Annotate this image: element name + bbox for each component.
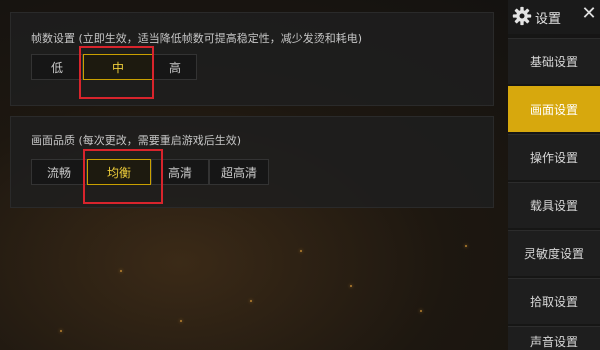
- ember-particle: [60, 330, 62, 332]
- sidebar-item-sound[interactable]: 声音设置: [508, 326, 600, 350]
- fps-settings-title: 帧数设置 (立即生效，适当降低帧数可提高稳定性，减少发烫和耗电): [31, 32, 363, 45]
- ember-particle: [420, 310, 422, 312]
- fps-settings-panel: 帧数设置 (立即生效，适当降低帧数可提高稳定性，减少发烫和耗电) 低 中 高: [10, 12, 494, 106]
- settings-title: 设置: [535, 12, 562, 27]
- sidebar-item-vehicle[interactable]: 载具设置: [508, 182, 600, 228]
- quality-option-smooth[interactable]: 流畅: [31, 159, 87, 185]
- quality-settings-title: 画面品质 (每次更改，需要重启游戏后生效): [31, 134, 242, 147]
- ember-particle: [180, 320, 182, 322]
- sidebar-item-pickup[interactable]: 拾取设置: [508, 278, 600, 324]
- annotation-highlight-box: [83, 149, 163, 204]
- quality-settings-panel: 画面品质 (每次更改，需要重启游戏后生效) 流畅 均衡 高清 超高清: [10, 116, 494, 208]
- sidebar-item-graphics[interactable]: 画面设置: [508, 86, 600, 132]
- close-icon[interactable]: ✕: [580, 4, 598, 24]
- ember-particle: [120, 270, 122, 272]
- ember-particle: [250, 300, 252, 302]
- gear-icon: [512, 6, 532, 26]
- quality-option-ultra-hd[interactable]: 超高清: [209, 159, 269, 185]
- sidebar-item-sensitivity[interactable]: 灵敏度设置: [508, 230, 600, 276]
- ember-particle: [465, 245, 467, 247]
- fps-option-high[interactable]: 高: [153, 54, 197, 80]
- sidebar-item-basic[interactable]: 基础设置: [508, 38, 600, 84]
- ember-particle: [350, 285, 352, 287]
- fps-option-low[interactable]: 低: [31, 54, 83, 80]
- ember-particle: [300, 250, 302, 252]
- annotation-highlight-box: [79, 46, 154, 99]
- settings-header: 设置 ✕: [508, 0, 600, 34]
- sidebar-item-controls[interactable]: 操作设置: [508, 134, 600, 180]
